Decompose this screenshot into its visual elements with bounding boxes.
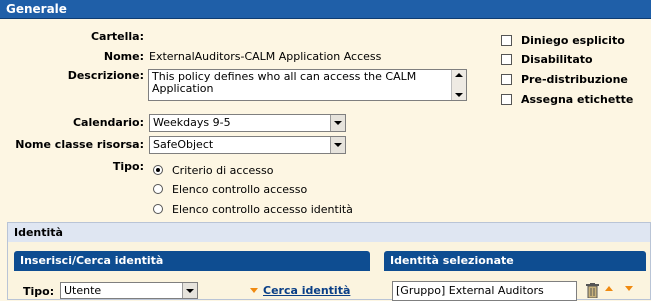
disabled-label: Disabilitato [521, 53, 593, 66]
resource-class-select[interactable]: SafeObject [149, 136, 346, 154]
pre-deployment-checkbox[interactable] [501, 74, 512, 85]
type-option-access-policy: Criterio di accesso [172, 164, 274, 177]
calendar-label: Calendario: [72, 116, 144, 129]
description-textarea[interactable]: This policy defines who all can access t… [148, 69, 467, 101]
description-scrollbar[interactable] [451, 70, 466, 100]
trash-icon[interactable] [586, 283, 599, 298]
name-label: Nome: [103, 50, 144, 63]
identity-type-select[interactable]: Utente [60, 282, 198, 299]
resource-class-label: Nome classe risorsa: [15, 138, 144, 151]
disabled-checkbox[interactable] [501, 54, 512, 65]
type-option-identity-acl: Elenco controllo accesso identità [172, 203, 353, 216]
assign-labels-checkbox[interactable] [501, 94, 512, 105]
scroll-down-icon[interactable] [455, 93, 463, 97]
arrow-up-icon[interactable] [605, 286, 613, 291]
explicit-deny-checkbox[interactable] [501, 35, 512, 46]
assign-labels-label: Assegna etichette [521, 93, 634, 106]
selected-identities-list[interactable]: [Gruppo] External Auditors [392, 281, 577, 301]
type-radio-access-policy[interactable] [153, 165, 163, 175]
search-identity-link[interactable]: Cerca identità [263, 284, 350, 297]
chevron-down-icon[interactable] [330, 115, 345, 131]
folder-label: Cartella: [90, 30, 144, 43]
pre-deployment-label: Pre-distribuzione [521, 73, 628, 86]
resource-class-selected-value: SafeObject [153, 138, 214, 151]
arrow-down-icon[interactable] [625, 286, 633, 291]
identity-type-selected-value: Utente [64, 284, 102, 297]
chevron-down-icon[interactable] [182, 283, 197, 298]
general-section-header: Generale [0, 0, 651, 19]
chevron-down-icon[interactable] [330, 137, 345, 153]
search-identity-header: Inserisci/Cerca identità [14, 251, 370, 271]
identity-panel: Identità Inserisci/Cerca identità Tipo: … [7, 222, 651, 301]
type-radio-identity-acl[interactable] [153, 204, 163, 214]
identity-type-label: Tipo: [23, 285, 55, 298]
identity-panel-title: Identità [8, 223, 650, 242]
name-value: ExternalAuditors-CALM Application Access [149, 50, 382, 63]
triangle-down-icon [250, 288, 258, 293]
selected-identities-header: Identità selezionate [384, 251, 646, 271]
type-radio-acl[interactable] [153, 184, 163, 194]
type-option-acl: Elenco controllo accesso [172, 183, 308, 196]
description-text: This policy defines who all can access t… [152, 70, 417, 95]
type-label: Tipo: [112, 160, 144, 173]
description-label: Descrizione: [67, 69, 144, 82]
selected-identity-item[interactable]: [Gruppo] External Auditors [396, 284, 544, 297]
search-identity-link-wrap[interactable]: Cerca identità [263, 284, 350, 297]
explicit-deny-label: Diniego esplicito [521, 34, 625, 47]
calendar-select[interactable]: Weekdays 9-5 [149, 114, 346, 132]
calendar-selected-value: Weekdays 9-5 [153, 116, 231, 129]
scroll-up-icon[interactable] [455, 73, 463, 77]
